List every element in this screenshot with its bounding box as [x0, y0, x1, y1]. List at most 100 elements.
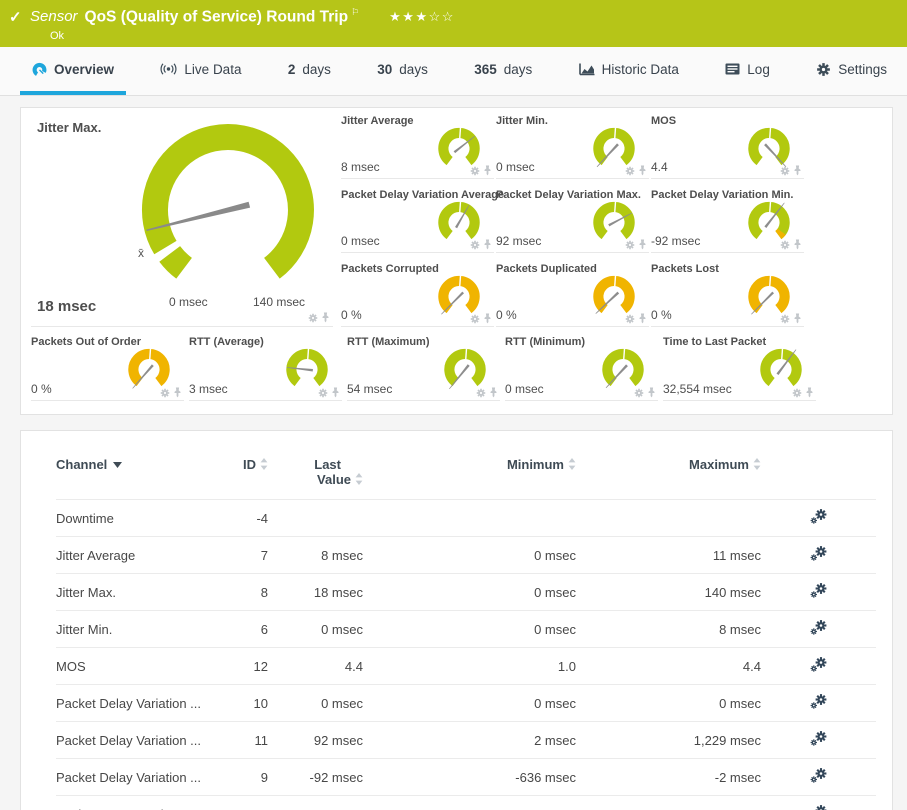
gauge-tile-actions — [634, 387, 656, 398]
gauge-tile-packet-delay-variation-min[interactable]: Packet Delay Variation Min. -92 msec — [651, 187, 804, 253]
pin-icon[interactable] — [331, 387, 340, 398]
col-maximum[interactable]: Maximum — [576, 443, 761, 500]
gauge-value: 92 msec — [496, 234, 541, 248]
gauge-dial — [754, 343, 808, 393]
gauge-tile-rtt-average[interactable]: RTT (Average) 3 msec — [189, 334, 342, 401]
table-row[interactable]: Packet Delay Variation ... 9 -92 msec -6… — [56, 759, 876, 796]
gauge-tile-time-to-last-packet[interactable]: Time to Last Packet 32,554 msec — [663, 334, 816, 401]
table-row[interactable]: Packet Delay Variation ... 10 0 msec 0 m… — [56, 685, 876, 722]
gauge-tile-packets-out-of-order[interactable]: Packets Out of Order 0 % — [31, 334, 184, 401]
gauge-tile-packet-delay-variation-average[interactable]: Packet Delay Variation Average 0 msec — [341, 187, 494, 253]
channel-name[interactable]: Jitter Average — [56, 537, 221, 574]
gauge-tile-rtt-maximum[interactable]: RTT (Maximum) 54 msec — [347, 334, 500, 401]
tab-historic-data[interactable]: Historic Data — [567, 47, 691, 95]
pin-icon[interactable] — [321, 312, 330, 323]
sensor-kind-label: Sensor — [30, 8, 78, 25]
channel-name[interactable]: Jitter Min. — [56, 611, 221, 648]
channels-table-body: Downtime -4 Jitter Average 7 8 msec 0 ms… — [56, 500, 876, 810]
channel-name[interactable]: MOS — [56, 648, 221, 685]
channel-settings-icon[interactable] — [810, 620, 827, 635]
channel-settings-icon[interactable] — [810, 805, 827, 810]
channel-settings-icon[interactable] — [810, 731, 827, 746]
tab-log[interactable]: Log — [713, 47, 782, 95]
channel-id: 7 — [221, 537, 268, 574]
pin-icon[interactable] — [647, 387, 656, 398]
gauge-tile-packets-duplicated[interactable]: Packets Duplicated 0 % — [496, 261, 649, 327]
table-row[interactable]: Jitter Min. 6 0 msec 0 msec 8 msec — [56, 611, 876, 648]
channel-name[interactable]: Jitter Max. — [56, 574, 221, 611]
tab-365-days[interactable]: 365days — [462, 47, 544, 95]
pin-icon[interactable] — [805, 387, 814, 398]
table-row[interactable]: Downtime -4 — [56, 500, 876, 537]
gear-icon[interactable] — [470, 166, 480, 176]
tab-settings[interactable]: Settings — [804, 47, 899, 95]
table-row[interactable]: Packet Delay Variation ... 11 92 msec 2 … — [56, 722, 876, 759]
channel-settings-icon[interactable] — [810, 509, 827, 524]
pin-icon[interactable] — [638, 313, 647, 324]
gear-icon[interactable] — [780, 240, 790, 250]
pin-icon[interactable] — [483, 165, 492, 176]
gear-icon[interactable] — [160, 388, 170, 398]
gear-icon[interactable] — [625, 166, 635, 176]
pin-icon[interactable] — [793, 313, 802, 324]
gauge-tile-actions — [476, 387, 498, 398]
tab-bar: Overview Live Data 2days 30days 365days Histo… — [0, 47, 907, 96]
channel-name[interactable]: Packet Delay Variation ... — [56, 685, 221, 722]
channel-settings-icon[interactable] — [810, 583, 827, 598]
pin-icon[interactable] — [483, 313, 492, 324]
table-row[interactable]: Jitter Max. 8 18 msec 0 msec 140 msec — [56, 574, 876, 611]
pin-icon[interactable] — [173, 387, 182, 398]
gear-icon[interactable] — [634, 388, 644, 398]
channel-settings-icon[interactable] — [810, 768, 827, 783]
gear-icon[interactable] — [470, 314, 480, 324]
table-row[interactable]: MOS 12 4.4 1.0 4.4 — [56, 648, 876, 685]
channel-name[interactable]: Packet Delay Variation ... — [56, 759, 221, 796]
gauge-tile-rtt-minimum[interactable]: RTT (Minimum) 0 msec — [505, 334, 658, 401]
channel-settings-cell — [761, 685, 876, 722]
gauge-tile-jitter-average[interactable]: Jitter Average 8 msec — [341, 113, 494, 179]
gear-icon[interactable] — [308, 313, 318, 323]
gear-icon[interactable] — [470, 240, 480, 250]
col-last-value[interactable]: LastValue — [268, 443, 363, 500]
tab-overview[interactable]: Overview — [20, 47, 126, 95]
pin-icon[interactable] — [793, 239, 802, 250]
gear-icon[interactable] — [625, 240, 635, 250]
gauge-value: 54 msec — [347, 382, 392, 396]
channel-name[interactable]: Packets Corrupted — [56, 796, 221, 810]
tab-live-data[interactable]: Live Data — [148, 47, 253, 95]
channel-last-value — [268, 500, 363, 537]
table-row[interactable]: Packets Corrupted 5 0 % 0 % 0 % — [56, 796, 876, 810]
pin-icon[interactable] — [489, 387, 498, 398]
flag-icon[interactable]: ⚐ — [351, 7, 359, 17]
channel-settings-icon[interactable] — [810, 546, 827, 561]
tab-30-days[interactable]: 30days — [365, 47, 440, 95]
gear-icon[interactable] — [476, 388, 486, 398]
gauge-tile-jitter-max[interactable]: Jitter Max. x̄ 0 msec 140 msec 18 msec — [31, 113, 333, 327]
gauge-tile-jitter-min[interactable]: Jitter Min. 0 msec — [496, 113, 649, 179]
channel-settings-icon[interactable] — [810, 657, 827, 672]
gauge-tile-packets-lost[interactable]: Packets Lost 0 % — [651, 261, 804, 327]
gauge-tile-mos[interactable]: MOS 4.4 — [651, 113, 804, 179]
pin-icon[interactable] — [638, 165, 647, 176]
channel-name[interactable]: Packet Delay Variation ... — [56, 722, 221, 759]
col-id[interactable]: ID — [221, 443, 268, 500]
channel-settings-cell — [761, 500, 876, 537]
pin-icon[interactable] — [483, 239, 492, 250]
channel-settings-icon[interactable] — [810, 694, 827, 709]
priority-stars[interactable]: ★★★☆☆ — [389, 9, 455, 24]
pin-icon[interactable] — [793, 165, 802, 176]
col-channel[interactable]: Channel — [56, 443, 221, 500]
table-row[interactable]: Jitter Average 7 8 msec 0 msec 11 msec — [56, 537, 876, 574]
pin-icon[interactable] — [638, 239, 647, 250]
gauge-tile-packet-delay-variation-max[interactable]: Packet Delay Variation Max. 92 msec — [496, 187, 649, 253]
gauge-tile-packets-corrupted[interactable]: Packets Corrupted 0 % — [341, 261, 494, 327]
gear-icon[interactable] — [780, 166, 790, 176]
gear-icon[interactable] — [318, 388, 328, 398]
tab-2-days[interactable]: 2days — [276, 47, 343, 95]
gear-icon[interactable] — [780, 314, 790, 324]
gear-icon[interactable] — [792, 388, 802, 398]
channel-name[interactable]: Downtime — [56, 500, 221, 537]
col-minimum[interactable]: Minimum — [363, 443, 576, 500]
gear-icon[interactable] — [625, 314, 635, 324]
channel-maximum: 140 msec — [576, 574, 761, 611]
